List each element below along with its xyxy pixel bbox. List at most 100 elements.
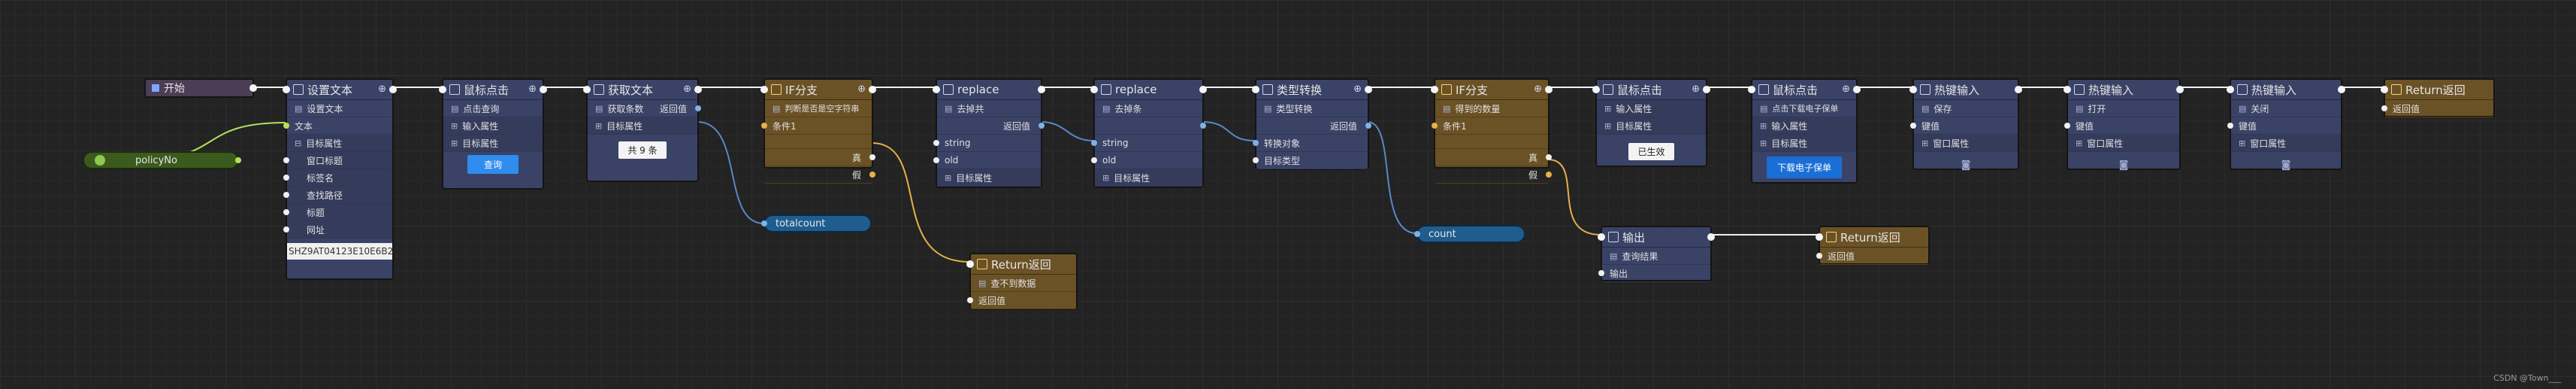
data-in-pin[interactable] bbox=[1253, 157, 1259, 163]
camera-icon[interactable]: ◙ bbox=[2231, 152, 2341, 179]
exec-in-pin[interactable] bbox=[1431, 86, 1438, 93]
gear-icon[interactable]: ⊕ bbox=[1842, 84, 1850, 95]
exec-out-pin[interactable] bbox=[249, 84, 257, 92]
gear-icon[interactable]: ⊕ bbox=[1353, 84, 1362, 95]
data-in-pin[interactable] bbox=[967, 297, 973, 303]
exec-out-pin[interactable] bbox=[2015, 86, 2022, 93]
output-node[interactable]: 输出 ▤ 查询结果 输出 bbox=[1598, 226, 1715, 282]
variable-policyno[interactable]: policyNo bbox=[83, 151, 241, 169]
exec-out-pin[interactable] bbox=[1707, 233, 1715, 241]
hotkey-node-3[interactable]: 热键输入 ▤ 关闭 键值 ⊞ 窗口属性 ◙ bbox=[2227, 78, 2345, 171]
exec-in-pin[interactable] bbox=[1748, 86, 1755, 93]
exec-out-pin[interactable] bbox=[869, 86, 876, 93]
data-in-pin[interactable] bbox=[283, 157, 289, 163]
replace-node-2[interactable]: replace ▤ 去掉条 string old ⊞ 目标属性 bbox=[1090, 78, 1207, 188]
gear-icon[interactable]: ⊕ bbox=[378, 84, 386, 95]
exec-out-pin[interactable] bbox=[2338, 86, 2345, 93]
data-in-pin[interactable] bbox=[1816, 253, 1822, 259]
data-in-pin[interactable] bbox=[1910, 123, 1916, 129]
mouse-click-node-2[interactable]: 鼠标点击 ⊕ ⊞ 输入属性 ⊞ 目标属性 已生效 bbox=[1592, 78, 1710, 167]
exec-in-pin[interactable] bbox=[1252, 86, 1259, 93]
expand-icon[interactable]: ⊞ bbox=[1604, 121, 1611, 131]
start-node[interactable]: 开始 bbox=[144, 78, 257, 98]
data-in-pin[interactable] bbox=[1091, 140, 1097, 146]
data-in-pin[interactable] bbox=[1091, 157, 1097, 163]
mouse-click-node[interactable]: 鼠标点击 ⊕ ▤ 点击查询 ⊞ 输入属性 ⊞ 目标属性 查询 bbox=[439, 78, 547, 190]
data-in-pin[interactable] bbox=[2064, 123, 2070, 129]
expand-icon[interactable]: ⊞ bbox=[945, 173, 951, 183]
exec-out-pin[interactable] bbox=[1853, 86, 1861, 93]
data-in-pin[interactable] bbox=[761, 123, 767, 129]
exec-in-pin[interactable] bbox=[966, 260, 974, 268]
hotkey-node-2[interactable]: 热键输入 ▤ 打开 键值 ⊞ 窗口属性 ◙ bbox=[2064, 78, 2184, 171]
hotkey-node-1[interactable]: 热键输入 ▤ 保存 键值 ⊞ 窗口属性 ◙ bbox=[1909, 78, 2022, 171]
expand-icon[interactable]: ⊞ bbox=[595, 121, 602, 131]
exec-in-pin[interactable] bbox=[2381, 86, 2388, 93]
data-in-pin[interactable] bbox=[933, 140, 939, 146]
exec-out-pin[interactable] bbox=[1545, 86, 1553, 93]
data-in-pin[interactable] bbox=[283, 175, 289, 181]
variable-count[interactable]: count bbox=[1414, 225, 1525, 243]
gear-icon[interactable]: ⊕ bbox=[1692, 84, 1700, 95]
exec-in-pin[interactable] bbox=[760, 86, 768, 93]
exec-in-pin[interactable] bbox=[1090, 86, 1098, 93]
set-text-node[interactable]: 设置文本 ⊕ ▤ 设置文本 文本 ⊟ 目标属性 窗口标题 标签名 查找路径 标题 网址… bbox=[283, 78, 397, 280]
data-out-pin[interactable] bbox=[1039, 123, 1045, 129]
exec-out-pin[interactable] bbox=[869, 154, 875, 160]
exec-in-pin[interactable] bbox=[283, 86, 290, 93]
exec-in-pin[interactable] bbox=[583, 86, 591, 93]
exec-in-pin[interactable] bbox=[1816, 233, 1823, 241]
if-branch-node-2[interactable]: IF分支 ⊕ ▤ 得到的数量 条件1 真 假 bbox=[1431, 78, 1553, 184]
data-out-pin[interactable] bbox=[1365, 123, 1371, 129]
exec-out-pin[interactable] bbox=[2176, 86, 2184, 93]
mouse-click-node-3[interactable]: 鼠标点击 ⊕ ▤ 点击下载电子保单 ⊞ 输入属性 ⊞ 目标属性 下载电子保单 bbox=[1748, 78, 1861, 184]
exec-in-pin[interactable] bbox=[439, 86, 446, 93]
exec-in-pin[interactable] bbox=[1592, 86, 1600, 93]
expand-icon[interactable]: ⊞ bbox=[1760, 138, 1767, 148]
data-in-pin[interactable] bbox=[283, 123, 289, 129]
data-in-pin[interactable] bbox=[2227, 123, 2233, 129]
if-branch-node[interactable]: IF分支 ⊕ ▤ 判断是否是空字符串 条件1 真 假 bbox=[760, 78, 876, 184]
gear-icon[interactable]: ⊕ bbox=[528, 84, 537, 95]
data-out-pin[interactable] bbox=[235, 157, 241, 163]
expand-icon[interactable]: ⊞ bbox=[1604, 104, 1611, 114]
gear-icon[interactable]: ⊕ bbox=[683, 84, 691, 95]
data-in-pin[interactable] bbox=[1432, 123, 1438, 129]
collapse-icon[interactable]: ⊟ bbox=[295, 138, 301, 148]
exec-in-pin[interactable] bbox=[1909, 86, 1917, 93]
expand-icon[interactable]: ⊞ bbox=[1102, 173, 1109, 183]
return-node-3[interactable]: Return返回 返回值 bbox=[1816, 226, 1930, 265]
data-in-pin[interactable] bbox=[283, 192, 289, 198]
return-node-1[interactable]: Return返回 返回值 bbox=[2381, 78, 2495, 117]
data-in-pin[interactable] bbox=[761, 220, 767, 226]
data-in-pin[interactable] bbox=[1414, 231, 1420, 237]
data-out-pin[interactable] bbox=[1200, 123, 1206, 129]
expand-icon[interactable]: ⊞ bbox=[451, 138, 458, 148]
exec-out-pin[interactable] bbox=[1703, 86, 1710, 93]
exec-out-pin[interactable] bbox=[694, 86, 702, 93]
data-in-pin[interactable] bbox=[2381, 105, 2387, 111]
get-text-node[interactable]: 获取文本 ⊕ ▤ 获取条数 返回值 ⊞ 目标属性 共 9 条 bbox=[583, 78, 702, 182]
type-convert-node[interactable]: 类型转换 ⊕ ▤ 类型转换 返回值 转换对象 目标类型 bbox=[1252, 78, 1372, 170]
exec-out-pin[interactable] bbox=[869, 172, 875, 178]
exec-in-pin[interactable] bbox=[1598, 233, 1605, 241]
exec-out-pin[interactable] bbox=[540, 86, 547, 93]
exec-in-pin[interactable] bbox=[933, 86, 940, 93]
variable-totalcount[interactable]: totalcount bbox=[761, 214, 872, 232]
exec-in-pin[interactable] bbox=[2064, 86, 2071, 93]
data-in-pin[interactable] bbox=[283, 209, 289, 215]
data-in-pin[interactable] bbox=[1253, 140, 1259, 146]
exec-out-pin[interactable] bbox=[389, 86, 397, 93]
data-out-pin[interactable] bbox=[695, 105, 701, 111]
replace-node-1[interactable]: replace ▤ 去掉共 返回值 string old ⊞ 目标属性 bbox=[933, 78, 1045, 188]
exec-out-pin[interactable] bbox=[1038, 86, 1045, 93]
exec-out-pin[interactable] bbox=[1365, 86, 1372, 93]
expand-icon[interactable]: ⊞ bbox=[1760, 121, 1767, 131]
exec-out-pin[interactable] bbox=[1199, 86, 1207, 93]
exec-out-pin[interactable] bbox=[1546, 172, 1552, 178]
gear-icon[interactable]: ⊕ bbox=[1534, 84, 1542, 95]
data-in-pin[interactable] bbox=[933, 157, 939, 163]
camera-icon[interactable]: ◙ bbox=[2068, 152, 2179, 179]
expand-icon[interactable]: ⊞ bbox=[2076, 138, 2082, 148]
return-node-2[interactable]: Return返回 ▤ 查不到数据 返回值 bbox=[966, 253, 1078, 310]
